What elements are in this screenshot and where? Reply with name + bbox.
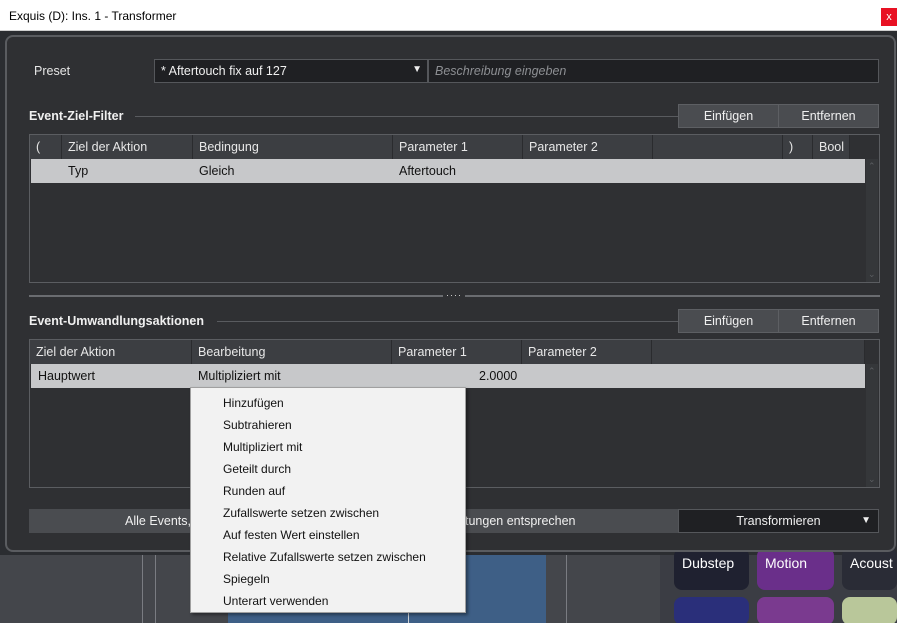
row-target: Typ bbox=[68, 164, 89, 178]
filter-table-header: ( Ziel der Aktion Bedingung Parameter 1 … bbox=[30, 135, 879, 159]
description-input[interactable]: Beschreibung eingeben bbox=[428, 59, 879, 83]
operation-context-menu: Hinzufügen Subtrahieren Multipliziert mi… bbox=[190, 387, 466, 613]
row-param1: 2.0000 bbox=[479, 369, 518, 383]
scope-text-left: Alle Events, bbox=[125, 514, 192, 528]
preset-label: Preset bbox=[34, 64, 71, 78]
tile-label: Acoust bbox=[850, 555, 893, 571]
column-header[interactable]: ( bbox=[30, 135, 62, 159]
close-icon[interactable]: x bbox=[881, 8, 897, 26]
actions-scrollbar[interactable]: ⌃ ⌄ bbox=[866, 364, 878, 487]
actions-remove-button[interactable]: Entfernen bbox=[778, 309, 879, 333]
row-param1: Aftertouch bbox=[399, 164, 456, 178]
tile-label: Motion bbox=[765, 555, 808, 571]
menu-item-mirror[interactable]: Spiegeln bbox=[223, 572, 270, 586]
column-header[interactable]: Ziel der Aktion bbox=[62, 135, 193, 159]
filter-remove-button[interactable]: Entfernen bbox=[778, 104, 879, 128]
background-tile-dubstep[interactable]: Dubstep bbox=[674, 548, 749, 590]
menu-item-add[interactable]: Hinzufügen bbox=[223, 396, 284, 410]
menu-item-multiply[interactable]: Multipliziert mit bbox=[223, 440, 302, 454]
menu-item-fixed-value[interactable]: Auf festen Wert einstellen bbox=[223, 528, 360, 542]
filter-table: ( Ziel der Aktion Bedingung Parameter 1 … bbox=[29, 134, 880, 283]
menu-item-random[interactable]: Zufallswerte setzen zwischen bbox=[223, 506, 379, 520]
background-tile[interactable] bbox=[757, 597, 834, 623]
column-header[interactable]: Bearbeitung bbox=[192, 340, 392, 364]
menu-item-subtype[interactable]: Unterart verwenden bbox=[223, 594, 328, 608]
menu-item-relative-random[interactable]: Relative Zufallswerte setzen zwischen bbox=[223, 550, 426, 564]
column-header[interactable] bbox=[652, 340, 865, 364]
chevron-down-icon: ▼ bbox=[412, 64, 422, 75]
background-lane-divider bbox=[155, 555, 156, 623]
actions-table-header: Ziel der Aktion Bearbeitung Parameter 1 … bbox=[30, 340, 879, 364]
scroll-up-icon[interactable]: ⌃ bbox=[868, 161, 876, 172]
background-lane-divider bbox=[142, 555, 143, 623]
preset-dropdown[interactable]: * Aftertouch fix auf 127 ▼ bbox=[154, 59, 428, 83]
filter-insert-button[interactable]: Einfügen bbox=[678, 104, 779, 128]
preset-value: * Aftertouch fix auf 127 bbox=[161, 64, 287, 78]
column-header[interactable]: Parameter 1 bbox=[393, 135, 523, 159]
background-tile[interactable] bbox=[842, 597, 897, 623]
scope-text-right: tungen entsprechen bbox=[465, 514, 576, 528]
window-title: Exquis (D): Ins. 1 - Transformer bbox=[9, 9, 177, 23]
row-operation: Multipliziert mit bbox=[198, 369, 281, 383]
scroll-down-icon[interactable]: ⌄ bbox=[868, 269, 876, 280]
column-header[interactable]: Parameter 2 bbox=[522, 340, 652, 364]
section-divider bbox=[135, 116, 679, 117]
background-lane-divider bbox=[566, 555, 567, 623]
mode-dropdown[interactable]: Transformieren ▼ bbox=[678, 509, 879, 533]
column-header[interactable]: Bedingung bbox=[193, 135, 393, 159]
window-titlebar: Exquis (D): Ins. 1 - Transformer x bbox=[0, 0, 897, 31]
column-header[interactable]: Parameter 2 bbox=[523, 135, 653, 159]
table-row[interactable]: Hauptwert Multipliziert mit 2.0000 bbox=[31, 364, 865, 388]
menu-item-subtract[interactable]: Subtrahieren bbox=[223, 418, 292, 432]
scroll-up-icon[interactable]: ⌃ bbox=[868, 366, 876, 377]
column-header[interactable]: Ziel der Aktion bbox=[30, 340, 192, 364]
row-condition: Gleich bbox=[199, 164, 235, 178]
actions-section-title: Event-Umwandlungsaktionen bbox=[29, 314, 205, 328]
filter-section-title: Event-Ziel-Filter bbox=[29, 109, 124, 123]
chevron-down-icon: ▼ bbox=[861, 515, 871, 526]
section-divider bbox=[217, 321, 679, 322]
column-header[interactable]: Bool bbox=[813, 135, 850, 159]
tile-label: Dubstep bbox=[682, 555, 735, 571]
actions-insert-button[interactable]: Einfügen bbox=[678, 309, 779, 333]
row-target: Hauptwert bbox=[38, 369, 95, 383]
column-header[interactable] bbox=[653, 135, 783, 159]
mode-value: Transformieren bbox=[736, 514, 821, 528]
table-row[interactable]: Typ Gleich Aftertouch bbox=[31, 159, 865, 183]
column-header[interactable]: Parameter 1 bbox=[392, 340, 522, 364]
background-tile-acoustic[interactable]: Acoust bbox=[842, 548, 897, 590]
scroll-down-icon[interactable]: ⌄ bbox=[868, 474, 876, 485]
background-tile[interactable] bbox=[674, 597, 749, 623]
background-tile-motion[interactable]: Motion bbox=[757, 548, 834, 590]
filter-scrollbar[interactable]: ⌃ ⌄ bbox=[866, 159, 878, 282]
column-header[interactable]: ) bbox=[783, 135, 813, 159]
menu-item-divide[interactable]: Geteilt durch bbox=[223, 462, 291, 476]
menu-item-round[interactable]: Runden auf bbox=[223, 484, 285, 498]
drag-handle-icon[interactable]: ···· bbox=[443, 291, 465, 300]
